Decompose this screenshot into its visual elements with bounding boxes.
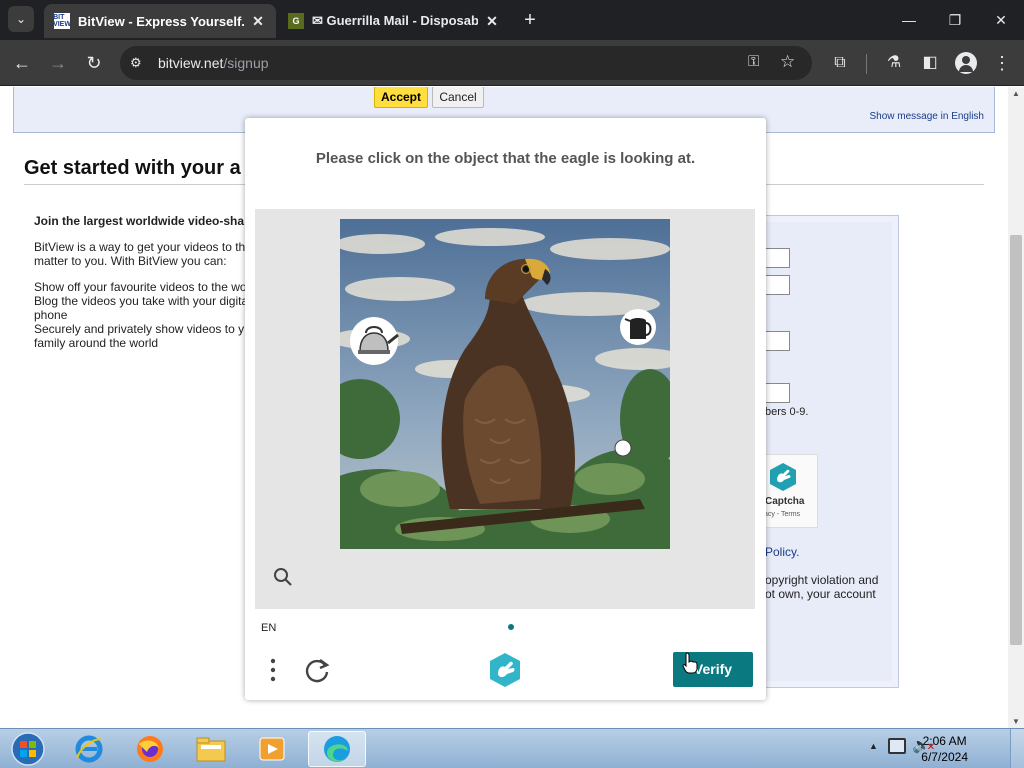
form-input[interactable]: [765, 248, 790, 268]
captcha-name: Captcha: [765, 496, 805, 507]
kettle-left-object: [350, 317, 399, 365]
browser-tab-bar: ⌄ BIT VIEW BitView - Express Yourself. ✕ …: [0, 0, 1024, 40]
zoom-magnifier-icon[interactable]: [273, 567, 293, 587]
accept-button[interactable]: Accept: [374, 87, 428, 108]
form-input[interactable]: [765, 331, 790, 351]
bullet-line: Show off your favourite videos to the wo: [34, 280, 247, 294]
copyright-text: opyright violation and: [765, 573, 879, 587]
guerrilla-favicon-icon: G: [288, 13, 304, 29]
browser-menu-icon[interactable]: ⋮: [990, 51, 1014, 75]
extensions-icon[interactable]: ⧉: [828, 51, 852, 75]
scrollbar-thumb[interactable]: [1010, 235, 1022, 645]
new-tab-icon[interactable]: +: [518, 8, 542, 32]
tab-bitview[interactable]: BIT VIEW BitView - Express Yourself. ✕: [44, 4, 276, 38]
show-hidden-icons-icon[interactable]: ▲: [869, 741, 878, 751]
bookmark-star-icon[interactable]: ☆: [780, 52, 795, 72]
options-menu-icon[interactable]: [263, 656, 283, 684]
toolbar-divider: [866, 54, 867, 74]
browser-toolbar: ← → ↻ ⚙ bitview.net/signup ⚿ ☆ ⧉ ⚗ ◧ ⋮: [0, 40, 1024, 86]
minimize-icon[interactable]: —: [897, 8, 921, 32]
file-explorer-icon[interactable]: [184, 731, 238, 767]
white-circle-marker: [614, 439, 632, 457]
windows-taskbar: ▲ 🔈✕ 2:06 AM 6/7/2024: [0, 728, 1024, 768]
bitview-favicon-icon: BIT VIEW: [53, 13, 71, 29]
edge-browser-icon[interactable]: [308, 731, 366, 767]
numbers-hint: bers 0-9.: [765, 406, 809, 418]
page-title: Get started with your a: [24, 157, 241, 179]
url-domain: bitview.net: [158, 55, 224, 71]
close-tab-icon[interactable]: ✕: [484, 13, 500, 30]
network-icon[interactable]: [888, 738, 906, 754]
clock-time: 2:06 AM: [922, 734, 967, 748]
internet-explorer-icon[interactable]: [62, 731, 116, 767]
hcaptcha-checkbox-widget[interactable]: Captcha acy - Terms: [760, 454, 818, 528]
site-info-icon[interactable]: ⚙: [130, 54, 148, 72]
back-icon[interactable]: ←: [10, 51, 34, 75]
hcaptcha-logo-icon: [490, 653, 520, 687]
address-bar[interactable]: ⚙ bitview.net/signup ⚿ ☆: [120, 46, 812, 80]
form-input[interactable]: [765, 383, 790, 403]
restore-icon[interactable]: ❐: [943, 8, 967, 32]
scroll-up-icon[interactable]: ▲: [1012, 89, 1020, 98]
password-key-icon[interactable]: ⚿: [748, 53, 759, 70]
mouse-hand-cursor-icon: [682, 652, 698, 674]
clock-date: 6/7/2024: [921, 750, 968, 764]
firefox-icon[interactable]: [123, 731, 177, 767]
refresh-challenge-icon[interactable]: [303, 656, 331, 684]
system-clock[interactable]: 2:06 AM 6/7/2024: [921, 733, 968, 765]
close-tab-icon[interactable]: ✕: [250, 13, 266, 30]
intro-line: BitView is a way to get your videos to t…: [34, 240, 246, 254]
cancel-button[interactable]: Cancel: [432, 87, 484, 108]
form-input[interactable]: [765, 275, 790, 295]
policy-link[interactable]: Policy.: [765, 545, 799, 559]
hcaptcha-logo-icon: [770, 463, 796, 491]
side-panel-icon[interactable]: ◧: [918, 51, 942, 75]
bullet-line: phone: [34, 308, 68, 322]
show-in-english-link[interactable]: Show message in English: [869, 111, 984, 122]
bullet-line: Securely and privately show videos to y: [34, 322, 245, 336]
forward-icon[interactable]: →: [46, 51, 70, 75]
challenge-prompt: Please click on the object that the eagl…: [315, 150, 696, 167]
intro-heading: Join the largest worldwide video-sha: [34, 214, 245, 228]
labs-flask-icon[interactable]: ⚗: [882, 51, 906, 75]
bullet-line: Blog the videos you take with your digit…: [34, 294, 249, 308]
start-orb-icon[interactable]: [0, 731, 56, 767]
scroll-down-icon[interactable]: ▼: [1012, 717, 1020, 726]
page-indicator-dot: [508, 624, 514, 630]
kettle-right-object: [620, 309, 656, 345]
close-window-icon[interactable]: ✕: [989, 8, 1013, 32]
url-text: bitview.net/signup: [158, 55, 269, 71]
language-selector[interactable]: EN: [261, 622, 276, 634]
hcaptcha-challenge-dialog: Please click on the object that the eagl…: [245, 118, 766, 700]
intro-line: matter to you. With BitView you can:: [34, 254, 227, 268]
eagle-challenge-image[interactable]: [340, 219, 670, 549]
tab-title: BitView - Express Yourself.: [78, 13, 244, 29]
reload-icon[interactable]: ↻: [82, 51, 106, 75]
tab-title: ✉ Guerrilla Mail - Disposable T: [312, 13, 478, 28]
captcha-links[interactable]: acy - Terms: [764, 511, 800, 518]
bullet-line: family around the world: [34, 336, 159, 350]
show-desktop-button[interactable]: [1010, 729, 1024, 768]
tab-search-button[interactable]: ⌄: [8, 6, 34, 32]
eagle-scene-illustration: [340, 219, 670, 549]
challenge-image-area: [255, 209, 755, 609]
tab-guerrilla-mail[interactable]: G ✉ Guerrilla Mail - Disposable T ✕: [278, 4, 510, 38]
url-path: /signup: [223, 55, 269, 71]
copyright-text: ot own, your account: [765, 587, 876, 601]
profile-avatar-icon[interactable]: [955, 52, 977, 74]
media-player-icon[interactable]: [245, 731, 299, 767]
